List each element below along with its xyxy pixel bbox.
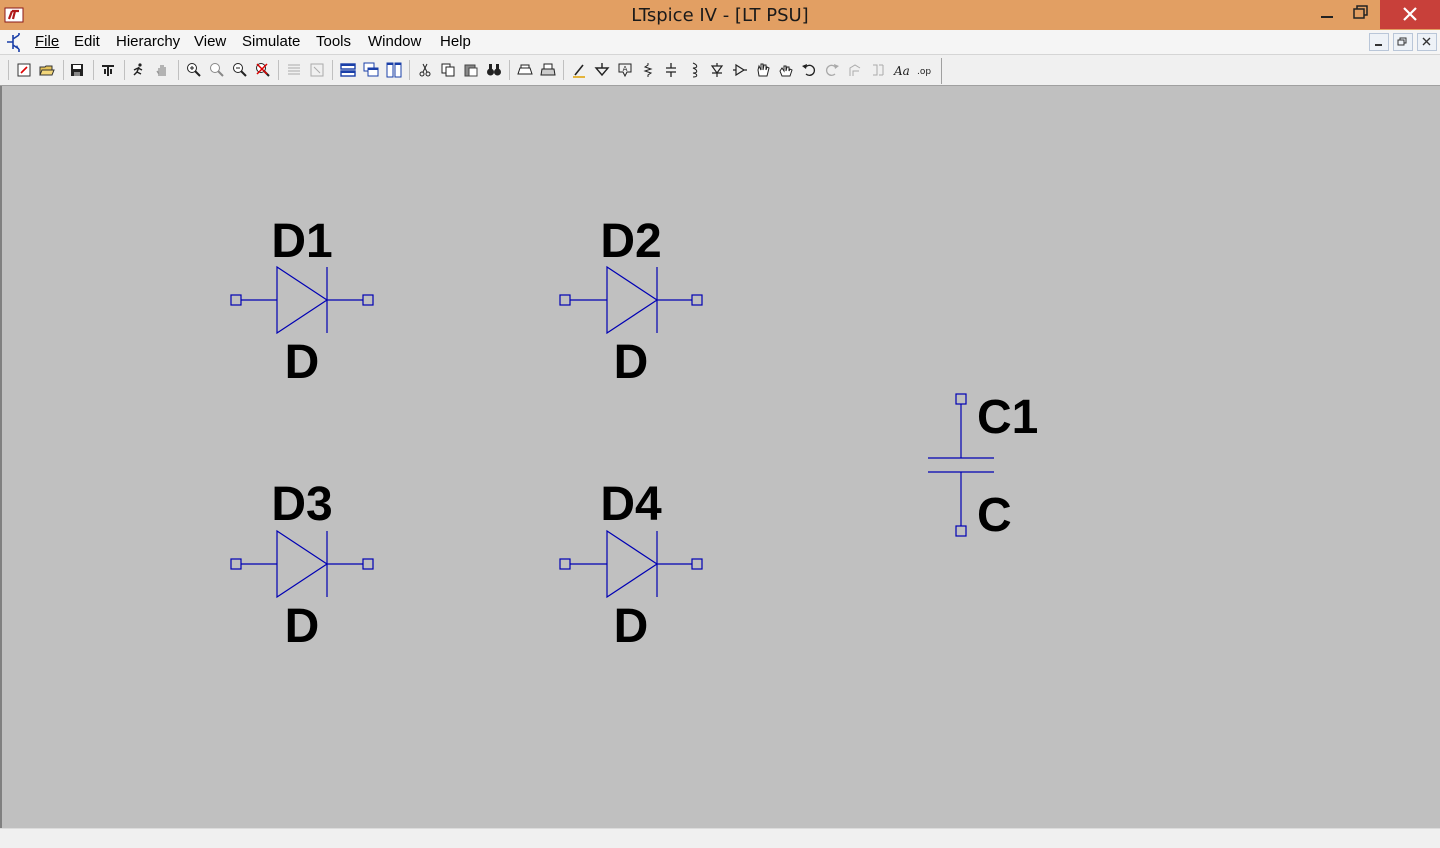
run-icon[interactable] xyxy=(131,62,147,78)
d3-value-label[interactable]: D xyxy=(285,600,320,653)
zoom-fit-icon[interactable] xyxy=(209,62,225,78)
c1-value-label[interactable]: C xyxy=(977,489,1012,542)
svg-text:.op: .op xyxy=(917,67,931,77)
find-icon[interactable] xyxy=(486,62,502,78)
menu-window[interactable]: Window xyxy=(368,33,421,50)
svg-text:Aa: Aa xyxy=(893,64,909,78)
diode-icon[interactable] xyxy=(709,62,725,78)
tile-vertical-icon[interactable] xyxy=(386,62,402,78)
menu-tools-label: Tools xyxy=(316,33,352,50)
component-icon[interactable] xyxy=(732,62,748,78)
menu-view-label: View xyxy=(194,33,227,50)
cascade-icon[interactable] xyxy=(363,62,379,78)
title-bar: LTspice IV - [LT PSU] xyxy=(0,0,1440,30)
status-bar xyxy=(0,828,1440,848)
resistor-icon[interactable] xyxy=(640,62,656,78)
d4-name-label[interactable]: D4 xyxy=(600,478,662,531)
menu-bar: File Edit Hierarchy View Simulate Tools … xyxy=(0,30,1440,55)
toolbar-separator xyxy=(509,60,510,80)
menu-simulate[interactable]: Simulate xyxy=(242,33,300,50)
capacitor-icon[interactable] xyxy=(663,62,679,78)
schematic-doc-icon[interactable] xyxy=(5,33,25,52)
menu-view[interactable]: View xyxy=(194,33,226,50)
minimize-icon xyxy=(1375,44,1382,46)
schematic-drawing[interactable]: D1 D D2 D D3 D D4 D C1 C xyxy=(2,86,1440,828)
minimize-button[interactable] xyxy=(1312,0,1342,28)
menu-edit-label: Edit xyxy=(74,33,100,50)
toolbar-separator xyxy=(332,60,333,80)
zoom-out-icon[interactable] xyxy=(232,62,248,78)
d4-value-label[interactable]: D xyxy=(614,600,649,653)
mirror-icon[interactable] xyxy=(870,62,886,78)
diode-d2[interactable] xyxy=(559,265,703,335)
drag-icon[interactable] xyxy=(778,62,794,78)
close-button[interactable] xyxy=(1380,0,1440,29)
draw-wire-icon[interactable] xyxy=(571,62,587,78)
d2-name-label[interactable]: D2 xyxy=(600,215,661,268)
menu-file[interactable]: File xyxy=(35,33,59,50)
print-preview-icon[interactable] xyxy=(517,62,533,78)
zoom-cancel-icon[interactable] xyxy=(255,62,271,78)
zoom-in-icon[interactable] xyxy=(186,62,202,78)
toolbar-separator xyxy=(63,60,64,80)
autorange-icon[interactable] xyxy=(286,62,302,78)
print-icon[interactable] xyxy=(540,62,556,78)
autorange-y-icon[interactable] xyxy=(309,62,325,78)
new-schematic-icon[interactable] xyxy=(16,62,32,78)
copy-icon[interactable] xyxy=(440,62,456,78)
save-icon[interactable] xyxy=(69,62,85,78)
menu-help-label: Help xyxy=(440,33,471,50)
open-icon[interactable] xyxy=(39,62,55,78)
menu-hierarchy-label: Hierarchy xyxy=(116,33,181,50)
spice-directive-icon[interactable]: .op xyxy=(916,62,932,78)
mdi-minimize-button[interactable] xyxy=(1369,33,1389,51)
rotate-icon[interactable] xyxy=(847,62,863,78)
menu-window-label: Window xyxy=(368,33,422,50)
restore-button[interactable] xyxy=(1346,0,1376,28)
window-title: LTspice IV - [LT PSU] xyxy=(631,5,809,26)
diode-d1[interactable] xyxy=(230,265,374,335)
mdi-restore-button[interactable] xyxy=(1393,33,1413,51)
toolbar-separator xyxy=(124,60,125,80)
tile-horizontal-icon[interactable] xyxy=(340,62,356,78)
control-panel-icon[interactable] xyxy=(100,62,116,78)
undo-icon[interactable] xyxy=(801,62,817,78)
diode-d4[interactable] xyxy=(559,529,703,599)
menu-help[interactable]: Help xyxy=(440,33,471,50)
halt-icon[interactable] xyxy=(154,62,170,78)
menu-simulate-label: Simulate xyxy=(242,33,301,50)
toolbar-separator xyxy=(8,60,9,80)
toolbar: A Aa .op xyxy=(0,55,1440,86)
d2-value-label[interactable]: D xyxy=(614,336,649,389)
d1-value-label[interactable]: D xyxy=(285,336,320,389)
paste-icon[interactable] xyxy=(463,62,479,78)
menu-file-label: File xyxy=(35,33,60,50)
d3-name-label[interactable]: D3 xyxy=(271,478,332,531)
toolbar-separator xyxy=(93,60,94,80)
ground-icon[interactable] xyxy=(594,62,610,78)
toolbar-separator xyxy=(178,60,179,80)
d1-name-label[interactable]: D1 xyxy=(271,215,332,268)
inductor-icon[interactable] xyxy=(686,62,702,78)
close-icon xyxy=(1422,37,1431,46)
toolbar-separator xyxy=(409,60,410,80)
menu-hierarchy[interactable]: Hierarchy xyxy=(116,33,180,50)
schematic-canvas[interactable]: D1 D D2 D D3 D D4 D C1 C xyxy=(0,86,1440,828)
toolbar-edge xyxy=(941,58,942,84)
toolbar-separator xyxy=(563,60,564,80)
toolbar-separator xyxy=(278,60,279,80)
menu-tools[interactable]: Tools xyxy=(316,33,351,50)
menu-edit[interactable]: Edit xyxy=(74,33,100,50)
mdi-close-button[interactable] xyxy=(1417,33,1437,51)
svg-text:A: A xyxy=(623,65,628,73)
cut-icon[interactable] xyxy=(417,62,433,78)
text-icon[interactable]: Aa xyxy=(893,62,909,78)
restore-icon xyxy=(1397,37,1407,46)
move-icon[interactable] xyxy=(755,62,771,78)
c1-name-label[interactable]: C1 xyxy=(977,391,1038,444)
redo-icon[interactable] xyxy=(824,62,840,78)
label-net-icon[interactable]: A xyxy=(617,62,633,78)
diode-d3[interactable] xyxy=(230,529,374,599)
